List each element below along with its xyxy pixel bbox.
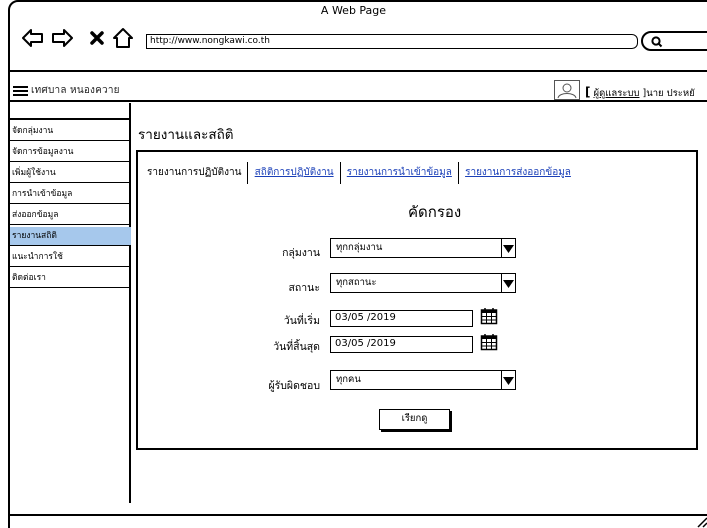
header-divider	[9, 100, 707, 102]
back-icon[interactable]	[22, 28, 44, 48]
tab-import-report[interactable]: รายงานการนำเข้าข้อมูล	[347, 167, 452, 178]
view-report-button[interactable]: เรียกดู	[379, 409, 450, 430]
report-panel: รายงานการปฏิบัติงาน สถิติการปฏิบัติงาน ร…	[136, 150, 698, 450]
tab-export-report[interactable]: รายงานการส่งออกข้อมูล	[465, 167, 571, 178]
sidebar-item-contact[interactable]: ติดต่อเรา	[10, 269, 131, 288]
forward-icon[interactable]	[51, 28, 73, 48]
start-date-field[interactable]: 03/05 /2019	[330, 310, 473, 327]
page-title: รายงานและสถิติ	[138, 127, 234, 143]
group-select-value: ทุกกลุ่มงาน	[336, 242, 383, 253]
status-bar	[9, 514, 707, 528]
user-role-link[interactable]: ผู้ดูแลระบบ	[594, 88, 640, 99]
group-select[interactable]: ทุกกลุ่มงาน	[330, 237, 516, 258]
user-info: [ ผู้ดูแลระบบ ]นาย ประหยั	[585, 85, 695, 101]
hamburger-menu-icon[interactable]	[13, 86, 28, 97]
close-icon[interactable]	[89, 30, 105, 50]
url-bar[interactable]: http://www.nongkawi.co.th	[146, 34, 638, 49]
end-date-field[interactable]: 03/05 /2019	[330, 336, 473, 353]
sidebar-item-manage-data[interactable]: จัดการข้อมูลงาน	[10, 143, 131, 162]
sidebar-item-guide[interactable]: แนะนำการใช้	[10, 248, 131, 267]
sidebar-item-reports[interactable]: รายงานสถิติ	[10, 227, 131, 246]
sidebar-item-import[interactable]: การนำเข้าข้อมูล	[10, 185, 131, 204]
status-select-value: ทุกสถานะ	[336, 277, 377, 288]
tab-work-stats[interactable]: สถิติการปฏิบัติงาน	[255, 167, 334, 178]
sidebar-item-export[interactable]: ส่งออกข้อมูล	[10, 206, 131, 225]
user-name: ]นาย ประหยั	[642, 88, 695, 99]
user-open-bracket: [	[585, 85, 591, 99]
sidebar: จัดกลุ่มงาน จัดการข้อมูลงาน เพิ่มผู้ใช้ง…	[10, 103, 131, 503]
dropdown-arrow-icon[interactable]	[501, 369, 516, 390]
tab-work-report[interactable]: รายงานการปฏิบัติงาน	[144, 162, 247, 184]
status-select[interactable]: ทุกสถานะ	[330, 272, 516, 293]
home-icon[interactable]	[112, 27, 134, 48]
calendar-icon[interactable]	[480, 333, 498, 351]
dropdown-arrow-icon[interactable]	[501, 272, 516, 293]
filter-title: คัดกรอง	[408, 203, 462, 221]
sidebar-item-group-jobs[interactable]: จัดกลุ่มงาน	[10, 122, 131, 141]
sidebar-item-add-user[interactable]: เพิ่มผู้ใช้งาน	[10, 164, 131, 183]
dropdown-arrow-icon[interactable]	[501, 237, 516, 258]
report-tabs: รายงานการปฏิบัติงาน สถิติการปฏิบัติงาน ร…	[144, 162, 577, 184]
window-title: A Web Page	[320, 4, 387, 17]
browser-search-box[interactable]	[641, 31, 707, 51]
owner-select-value: ทุกคน	[336, 374, 361, 385]
end-date-label: วันที่สิ้นสุด	[273, 341, 320, 353]
app-header: เทศบาล หนองควาย [ ผู้ดูแลระบบ ]นาย ประหย…	[11, 80, 707, 100]
calendar-icon[interactable]	[480, 307, 498, 325]
sidebar-header	[10, 103, 131, 120]
resize-handle-icon[interactable]	[695, 516, 707, 528]
search-icon	[651, 36, 663, 48]
owner-select[interactable]: ทุกคน	[330, 369, 516, 390]
group-label: กลุ่มงาน	[282, 247, 320, 259]
user-avatar[interactable]	[554, 80, 580, 100]
start-date-label: วันที่เริ่ม	[283, 315, 320, 327]
brand-name: เทศบาล หนองควาย	[31, 85, 120, 96]
status-label: สถานะ	[288, 282, 320, 294]
toolbar-divider	[9, 70, 707, 72]
owner-label: ผู้รับผิดชอบ	[268, 380, 320, 392]
